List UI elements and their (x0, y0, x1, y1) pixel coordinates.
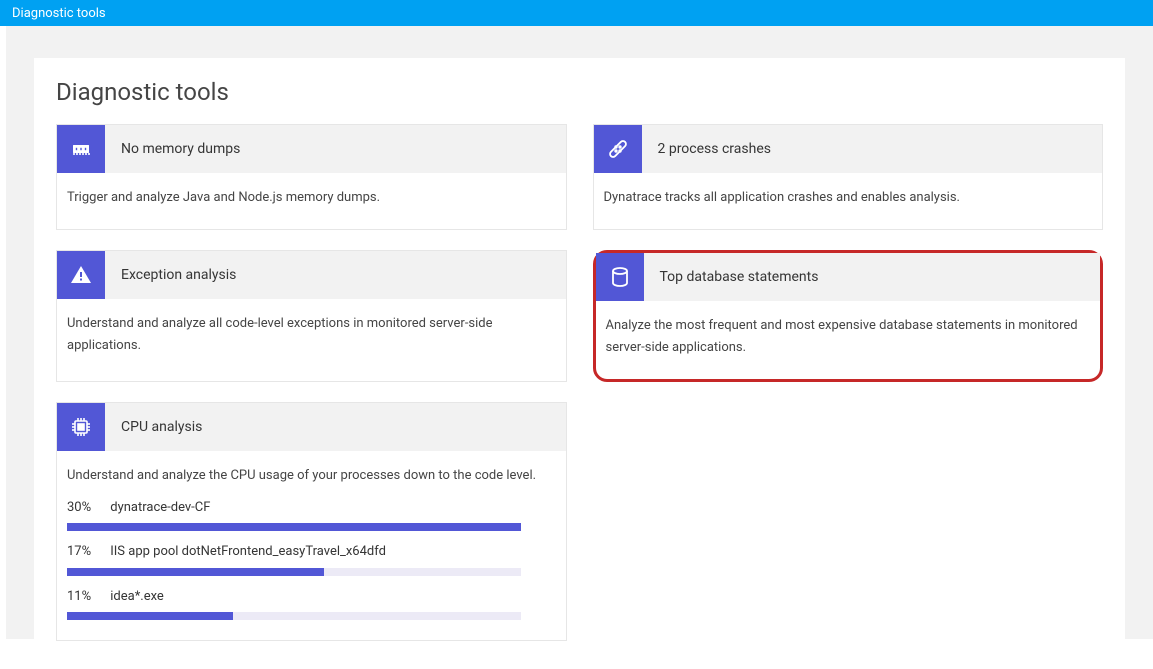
cards-grid: No memory dumps Trigger and analyze Java… (56, 124, 1103, 641)
cpu-bar-track (67, 523, 521, 531)
card-top-database-statements[interactable]: Top database statements Analyze the most… (593, 250, 1104, 382)
card-description: Understand and analyze all code-level ex… (57, 299, 566, 377)
cpu-bar-fill (67, 568, 324, 576)
cpu-process-name: IIS app pool dotNetFrontend_easyTravel_x… (110, 544, 386, 559)
card-description: Analyze the most frequent and most expen… (596, 301, 1101, 379)
page-title: Diagnostic tools (56, 78, 1103, 106)
card-description: Understand and analyze the CPU usage of … (67, 465, 556, 487)
cpu-process-name: dynatrace-dev-CF (110, 500, 210, 515)
bandage-icon (594, 125, 642, 173)
card-process-crashes[interactable]: 2 process crashes Dynatrace tracks all a… (593, 124, 1104, 230)
card-body: Understand and analyze the CPU usage of … (57, 451, 566, 639)
cpu-percent: 11% (67, 586, 107, 608)
cpu-bar-track (67, 568, 521, 576)
cpu-process-label: 30% dynatrace-dev-CF (67, 497, 556, 519)
card-description: Trigger and analyze Java and Node.js mem… (57, 173, 566, 229)
card-title: Top database statements (644, 269, 819, 285)
cpu-bar-track (67, 612, 521, 620)
cpu-process-name: idea*.exe (110, 589, 164, 604)
top-bar: Diagnostic tools (0, 0, 1153, 26)
card-cpu-analysis[interactable]: CPU analysis Understand and analyze the … (56, 402, 567, 640)
cpu-bar-fill (67, 612, 233, 620)
cpu-process-label: 11% idea*.exe (67, 586, 556, 608)
card-title: Exception analysis (105, 267, 236, 283)
card-header: Exception analysis (57, 251, 566, 299)
memory-chip-icon (57, 125, 105, 173)
card-description: Dynatrace tracks all application crashes… (594, 173, 1103, 229)
cpu-process-row[interactable]: 11% idea*.exe (67, 586, 556, 620)
card-header: Top database statements (596, 253, 1101, 301)
card-memory-dumps[interactable]: No memory dumps Trigger and analyze Java… (56, 124, 567, 230)
database-icon (596, 253, 644, 301)
card-exception-analysis[interactable]: Exception analysis Understand and analyz… (56, 250, 567, 382)
breadcrumb[interactable]: Diagnostic tools (12, 6, 106, 21)
cpu-percent: 17% (67, 541, 107, 563)
card-header: No memory dumps (57, 125, 566, 173)
card-title: CPU analysis (105, 419, 202, 435)
card-header: 2 process crashes (594, 125, 1103, 173)
card-title: 2 process crashes (642, 141, 771, 157)
cpu-icon (57, 403, 105, 451)
cpu-process-list: 30% dynatrace-dev-CF 17% IIS app pool do… (67, 497, 556, 619)
content-panel: Diagnostic tools No memory dumps Trigger… (34, 58, 1125, 669)
cpu-bar-fill (67, 523, 521, 531)
card-header: CPU analysis (57, 403, 566, 451)
cpu-process-row[interactable]: 30% dynatrace-dev-CF (67, 497, 556, 531)
cpu-process-label: 17% IIS app pool dotNetFrontend_easyTrav… (67, 541, 556, 563)
warning-icon (57, 251, 105, 299)
page-background: Diagnostic tools No memory dumps Trigger… (6, 26, 1153, 639)
cpu-percent: 30% (67, 497, 107, 519)
card-title: No memory dumps (105, 141, 240, 157)
cpu-process-row[interactable]: 17% IIS app pool dotNetFrontend_easyTrav… (67, 541, 556, 575)
